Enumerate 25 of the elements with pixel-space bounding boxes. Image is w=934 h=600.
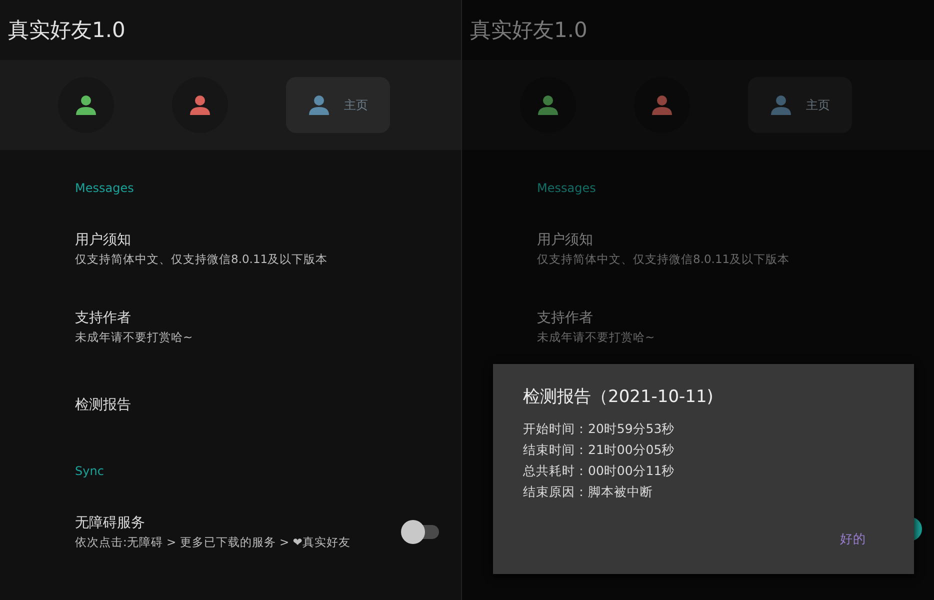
setting-description: 依次点击:无障碍 > 更多已下载的服务 > ❤真实好友 (75, 534, 352, 550)
section-header: Messages (537, 180, 597, 196)
setting-title: 无障碍服务 (75, 514, 146, 532)
setting-description: 仅支持简体中文、仅支持微信8.0.11及以下版本 (537, 250, 791, 268)
ok-button[interactable]: 好的 (836, 527, 870, 552)
report-line: 总共耗时：00时00分11秒 (523, 462, 675, 480)
setting-title: 支持作者 (75, 308, 132, 328)
section-header: Messages (75, 180, 135, 196)
setting-title: 用户须知 (537, 230, 594, 250)
report-line: 开始时间：20时59分53秒 (523, 420, 675, 438)
toggle-switch[interactable] (401, 519, 441, 545)
home-tab[interactable]: 主页 (286, 77, 390, 133)
report-line: 结束原因：脚本被中断 (523, 483, 653, 501)
dialog-title: 检测报告（2021-10-11) (523, 386, 714, 409)
setting-title: 检测报告 (75, 396, 132, 415)
report-line: 结束时间：21时00分05秒 (523, 441, 675, 459)
home-tab[interactable]: 主页 (748, 77, 852, 133)
app-title: 真实好友1.0 (470, 17, 588, 44)
setting-title: 支持作者 (537, 308, 594, 328)
setting-description: 未成年请不要打赏哈~ (537, 328, 656, 346)
section-header: Sync (75, 463, 105, 479)
setting-description: 未成年请不要打赏哈~ (75, 328, 194, 346)
app-title: 真实好友1.0 (8, 17, 126, 44)
setting-description: 仅支持简体中文、仅支持微信8.0.11及以下版本 (75, 250, 329, 268)
setting-title: 用户须知 (75, 230, 132, 250)
